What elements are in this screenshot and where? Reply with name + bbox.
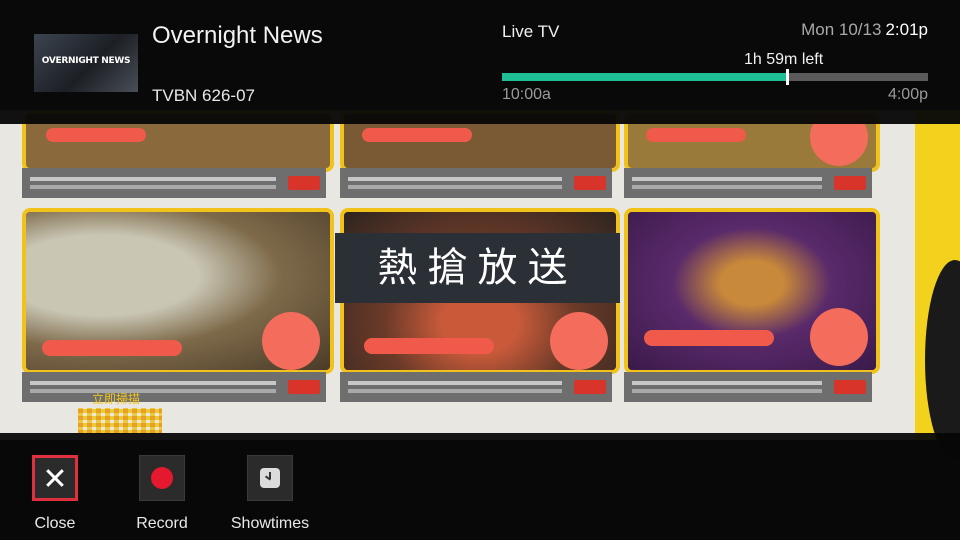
video-card-tag	[644, 330, 774, 346]
showtimes-button[interactable]: Showtimes	[225, 455, 315, 533]
video-qr-code	[78, 408, 162, 434]
video-promo-banner: 熱搶放送	[335, 233, 620, 303]
progress-bar	[502, 69, 928, 85]
showtimes-label: Showtimes	[230, 515, 310, 532]
video-card-badge	[262, 312, 320, 370]
program-thumbnail: OVERNIGHT NEWS	[34, 34, 138, 92]
action-bar: Close Record Showtimes	[0, 433, 960, 540]
program-info-bar: OVERNIGHT NEWS Overnight News TVBN 626-0…	[0, 0, 960, 124]
record-icon	[151, 467, 173, 489]
start-time: 10:00a	[502, 86, 551, 103]
video-card-tag	[364, 338, 494, 354]
video-card-badge	[550, 312, 608, 370]
video-strip	[340, 168, 612, 198]
video-strip	[22, 168, 326, 198]
video-card-tag	[46, 128, 146, 142]
video-strip	[340, 372, 612, 402]
end-time: 4:00p	[887, 86, 928, 103]
date-time: Mon 10/13 2:01p	[801, 20, 928, 40]
video-qr-label: 立即掃描	[92, 392, 141, 406]
source-label: Live TV	[502, 22, 560, 41]
program-thumbnail-text: OVERNIGHT NEWS	[41, 56, 131, 66]
video-side-panel	[915, 110, 960, 460]
video-strip	[22, 372, 326, 402]
progress-marker	[786, 69, 790, 85]
clock-icon	[260, 468, 280, 488]
video-card	[624, 208, 880, 374]
record-label: Record	[136, 515, 188, 532]
video-card-tag	[646, 128, 746, 142]
current-date: Mon 10/13	[801, 20, 882, 39]
video-card	[22, 208, 334, 374]
video-card-tag	[42, 340, 182, 356]
video-strip	[624, 372, 872, 402]
video-card-badge	[810, 308, 868, 366]
channel-number: TVBN 626-07	[152, 86, 255, 105]
record-icon-box	[139, 455, 185, 501]
video-strip	[624, 168, 872, 198]
showtimes-icon-box	[247, 455, 293, 501]
record-button[interactable]: Record	[117, 455, 207, 533]
current-time: 2:01p	[885, 20, 928, 39]
progress-fill	[502, 73, 788, 81]
time-remaining: 1h 59m left	[744, 51, 824, 68]
close-label: Close	[34, 515, 76, 532]
video-card-tag	[362, 128, 472, 142]
close-button[interactable]: Close	[10, 455, 100, 533]
program-title: Overnight News	[152, 22, 323, 49]
close-icon-box	[32, 455, 78, 501]
